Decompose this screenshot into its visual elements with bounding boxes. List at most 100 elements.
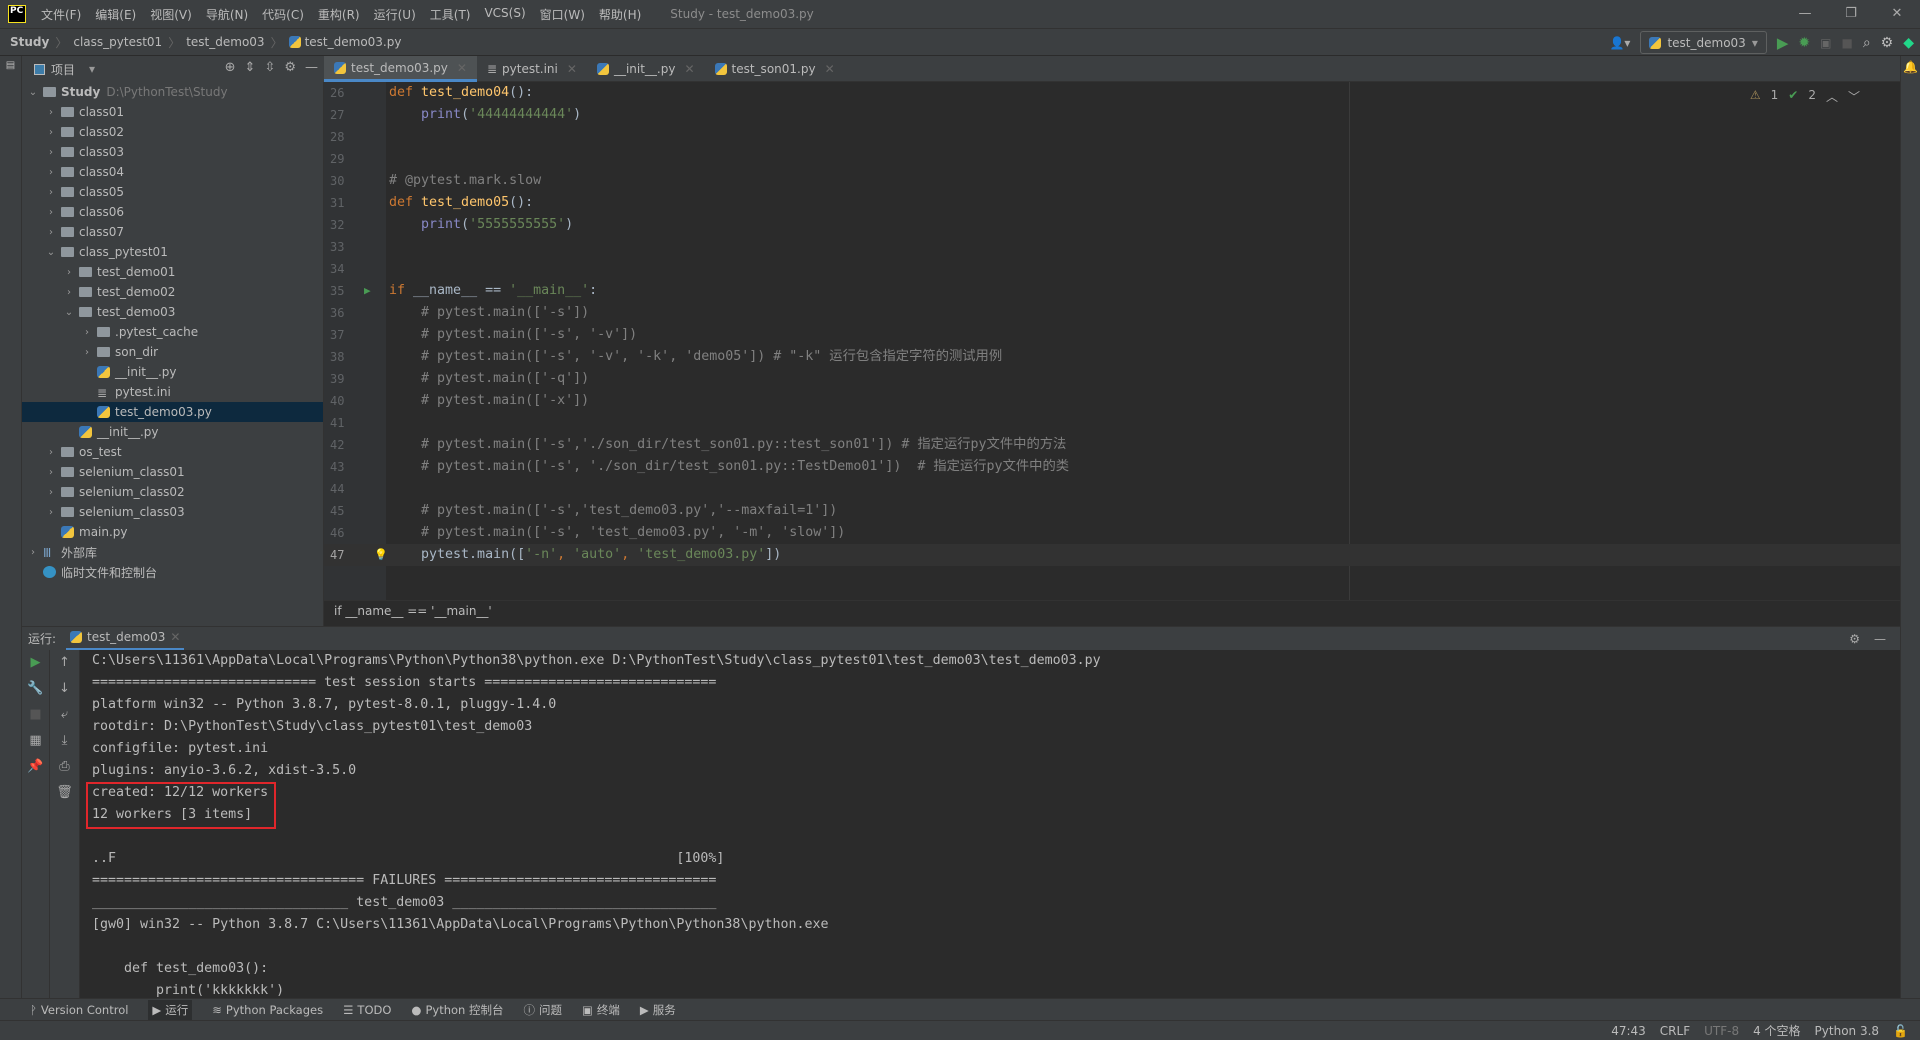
minimize-icon[interactable]: — [1782,0,1828,28]
arrow-down-icon[interactable]: ↓ [50,676,79,702]
tool-button-terminal[interactable]: ▣ 终端 [582,1002,620,1018]
chevron-right-icon[interactable]: › [80,327,94,338]
tree-item[interactable]: main.py [22,522,323,542]
tree-item[interactable]: › selenium_class01 [22,462,323,482]
tree-item[interactable]: › test_demo01 [22,262,323,282]
tree-item[interactable]: › class06 [22,202,323,222]
close-icon[interactable]: ✕ [684,62,694,76]
chevron-right-icon[interactable]: › [44,447,58,458]
locate-icon[interactable]: ⊕ [225,60,236,75]
tree-item[interactable]: ⌄ test_demo03 [22,302,323,322]
tool-button-python-console[interactable]: ● Python 控制台 [411,1002,503,1018]
hide-icon[interactable]: — [305,60,318,75]
menu-item[interactable]: 编辑(E) [88,6,143,23]
tree-item[interactable]: › selenium_class02 [22,482,323,502]
chevron-right-icon[interactable]: › [44,507,58,518]
search-icon[interactable]: ⌕ [1863,35,1871,51]
chevron-down-icon[interactable]: ⌄ [26,87,40,98]
tree-item[interactable]: › class03 [22,142,323,162]
tab-pytest-ini[interactable]: ≣ pytest.ini ✕ [477,56,587,82]
inspection-widget[interactable]: ⚠ 1 ✔ 2 ︿ ﹀ [1750,88,1860,105]
tree-item[interactable]: ≣ pytest.ini [22,382,323,402]
close-icon[interactable]: ✕ [825,62,835,76]
menu-item[interactable]: 运行(U) [367,6,423,23]
tree-item[interactable]: › class02 [22,122,323,142]
tree-item[interactable]: ⌄ Study D:\PythonTest\Study [22,82,323,102]
chevron-down-icon[interactable]: ▾ [89,62,95,76]
tree-item[interactable]: › .pytest_cache [22,322,323,342]
chevron-right-icon[interactable]: › [44,487,58,498]
tool-button-list[interactable]: ☰ TODO [343,1003,391,1017]
tool-button-problems[interactable]: ⓘ 问题 [523,1002,562,1018]
lightbulb-icon[interactable]: 💡 [374,544,388,566]
run-tab[interactable]: test_demo03 ✕ [66,627,185,651]
restore-icon[interactable]: ❐ [1828,0,1874,28]
run-console[interactable]: C:\Users\11361\AppData\Local\Programs\Py… [80,650,1890,998]
file-encoding[interactable]: UTF-8 [1704,1024,1739,1038]
scroll-to-end-icon[interactable]: ⤓ [50,728,79,754]
debug-icon[interactable]: ✹ [1798,35,1810,51]
line-separator[interactable]: CRLF [1660,1024,1690,1038]
tool-button-packages[interactable]: ≋ Python Packages [212,1003,323,1017]
chevron-right-icon[interactable]: › [44,207,58,218]
tree-item[interactable]: › Ⅲ 外部库 [22,542,323,562]
tool-button-branch[interactable]: ᚹ Version Control [30,1003,128,1017]
chevron-up-icon[interactable]: ︿ [1826,88,1838,105]
tab-test-son01-py[interactable]: test_son01.py ✕ [705,56,845,82]
tree-item[interactable]: __init__.py [22,362,323,382]
wrench-icon[interactable]: 🔧 [22,676,49,702]
print-icon[interactable]: ⎙ [50,754,79,780]
layout-icon[interactable]: ▦ [22,728,49,754]
tab--init-py[interactable]: __init__.py ✕ [587,56,705,82]
coverage-icon[interactable]: ▣ [1820,36,1831,50]
code-editor[interactable]: 26 def test_demo04(): 27 print('4444444444… [324,82,1900,620]
breadcrumb-item[interactable]: class_pytest01 [73,35,162,49]
tree-item[interactable]: › class04 [22,162,323,182]
tree-item[interactable]: __init__.py [22,422,323,442]
chevron-right-icon[interactable]: › [44,167,58,178]
menu-item[interactable]: 导航(N) [199,6,255,23]
menu-item[interactable]: 工具(T) [423,6,478,23]
collapse-all-icon[interactable]: ⇳ [264,60,275,75]
close-icon[interactable]: ✕ [170,630,180,644]
gear-icon[interactable]: ⚙ [1849,632,1860,646]
chevron-right-icon[interactable]: › [80,347,94,358]
close-icon[interactable]: ✕ [1874,0,1920,28]
gear-icon[interactable]: ⚙ [284,60,296,75]
tree-item[interactable]: › os_test [22,442,323,462]
tree-item[interactable]: ⌄ class_pytest01 [22,242,323,262]
notifications-icon[interactable]: 🔔 [1901,60,1920,74]
editor-breadcrumb[interactable]: if __name__ == '__main__' [324,600,1900,620]
chevron-right-icon[interactable]: › [44,187,58,198]
breadcrumb-item[interactable]: test_demo03 [186,35,264,49]
expand-all-icon[interactable]: ⇕ [245,60,256,75]
breadcrumb-item[interactable]: test_demo03.py [305,35,402,49]
menu-item[interactable]: 重构(R) [311,6,367,23]
interpreter[interactable]: Python 3.8 [1815,1024,1880,1038]
tree-item[interactable]: › class01 [22,102,323,122]
lock-icon[interactable]: 🔓 [1893,1024,1908,1038]
tree-item[interactable]: › son_dir [22,342,323,362]
tree-item[interactable]: 临时文件和控制台 [22,562,323,582]
chevron-right-icon[interactable]: › [44,127,58,138]
chevron-right-icon[interactable]: › [62,267,76,278]
tab-test-demo03-py[interactable]: test_demo03.py ✕ [324,56,477,82]
breadcrumb-item[interactable]: Study [10,35,49,49]
hide-icon[interactable]: — [1874,632,1886,646]
arrow-up-icon[interactable]: ↑ [50,650,79,676]
close-icon[interactable]: ✕ [567,62,577,76]
run-icon[interactable]: ▶ [1777,34,1789,52]
trash-icon[interactable]: 🗑 [50,780,79,806]
tool-button-play[interactable]: ▶ 运行 [148,999,193,1020]
tool-button-services[interactable]: ▶ 服务 [640,1002,676,1018]
project-tool-button[interactable]: ▤ [0,60,21,71]
menu-item[interactable]: 视图(V) [143,6,199,23]
chevron-right-icon[interactable]: › [44,467,58,478]
stop-icon[interactable]: ■ [22,702,49,728]
chevron-right-icon[interactable]: › [44,227,58,238]
tree-item[interactable]: test_demo03.py [22,402,323,422]
run-config-select[interactable]: test_demo03 ▾ [1640,31,1767,54]
soft-wrap-icon[interactable]: ⤶ [50,702,79,728]
indent-setting[interactable]: 4 个空格 [1753,1022,1800,1039]
menu-item[interactable]: 帮助(H) [592,6,648,23]
